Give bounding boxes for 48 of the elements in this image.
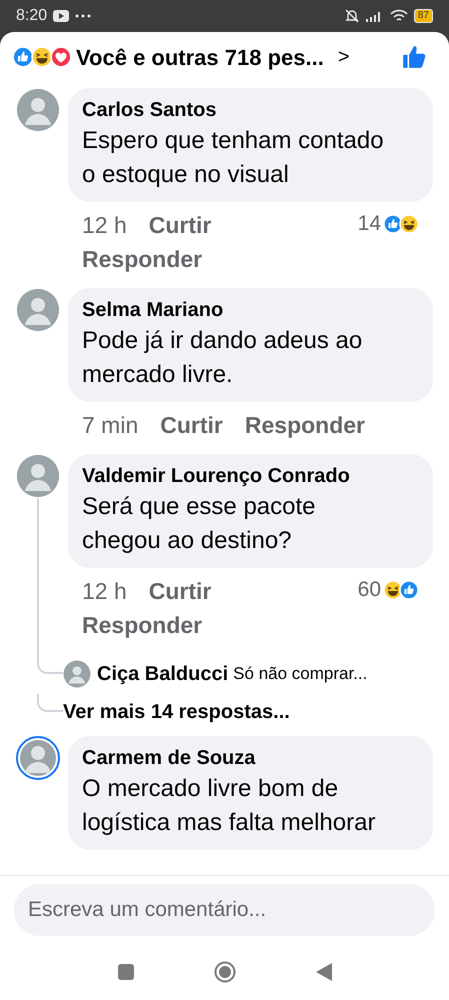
like-reaction-icon	[399, 580, 419, 600]
comment-action-link[interactable]: Responder	[244, 408, 366, 442]
reaction-count: 14	[358, 211, 381, 237]
avatar[interactable]	[16, 288, 60, 332]
avatar[interactable]	[16, 454, 60, 498]
thread-connector	[37, 694, 63, 712]
back-icon[interactable]	[316, 963, 332, 981]
avatar[interactable]	[16, 736, 60, 780]
reply-preview: Só não comprar...	[233, 663, 368, 686]
comment-author[interactable]: Selma Mariano	[82, 296, 419, 324]
comment-text: Pode já ir dando adeus ao mercado livre.	[82, 326, 364, 390]
comment-input-field[interactable]: Escreva um comentário...	[14, 884, 435, 936]
wifi-icon	[390, 9, 408, 23]
comment-action-link[interactable]: Curtir	[160, 408, 223, 442]
comment-text: Espero que tenham contado o estoque no visual	[82, 126, 385, 190]
laughing-reaction-icon	[31, 46, 53, 68]
heart-reaction-icon	[50, 46, 72, 68]
comment-time: 12 h	[82, 211, 127, 240]
comment-time: 7 min	[82, 411, 138, 440]
comment-action-link[interactable]: Responder	[82, 608, 202, 642]
battery-indicator: 87	[414, 9, 433, 23]
laughing-reaction-icon	[383, 580, 403, 600]
reactions-summary[interactable]: Você e outras 718 pes...	[76, 40, 324, 74]
comment-action-link[interactable]: Responder	[82, 242, 202, 276]
muted-bell-icon	[344, 9, 360, 23]
home-icon[interactable]	[214, 961, 236, 983]
avatar[interactable]	[63, 660, 91, 688]
more-icon	[75, 14, 92, 18]
laughing-reaction-icon	[399, 214, 419, 234]
video-icon	[53, 10, 70, 22]
clock: 8:20	[16, 6, 48, 26]
reaction-count: 60	[358, 577, 381, 603]
recent-apps-icon[interactable]	[118, 964, 134, 980]
avatar[interactable]	[16, 88, 60, 132]
like-reaction-icon	[383, 214, 403, 234]
comment-author[interactable]: Valdemir Lourenço Conrado	[82, 462, 419, 490]
comment-action-link[interactable]: Curtir	[148, 208, 212, 242]
comment-author[interactable]: Carlos Santos	[82, 96, 419, 124]
like-reaction-icon	[12, 46, 34, 68]
like-icon[interactable]	[401, 44, 427, 70]
comment-time: 12 h	[82, 577, 127, 606]
comment-author[interactable]: Carmem de Souza	[82, 744, 419, 772]
comment-action-link[interactable]: Curtir	[148, 574, 212, 608]
reply-author[interactable]: Ciça Balducci	[97, 659, 228, 689]
comment-text: Será que esse pacote chegou ao destino?	[82, 492, 316, 556]
chevron[interactable]: >	[338, 42, 350, 72]
comment-text: O mercado livre bom de logística mas falta melhorar	[82, 774, 376, 838]
more-replies-link[interactable]: Ver mais 14 respostas...	[63, 697, 290, 727]
